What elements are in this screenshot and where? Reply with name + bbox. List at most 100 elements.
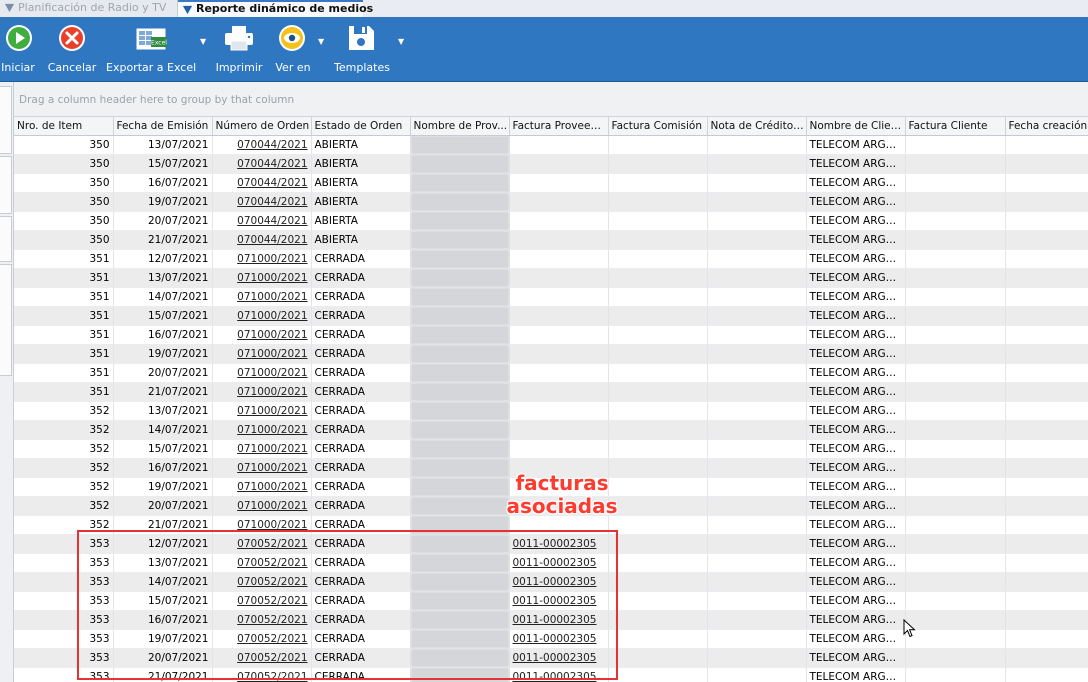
cell-factura-proveedor-link[interactable] [509,325,609,345]
cell-factura-proveedor-link[interactable] [509,268,609,288]
cell-numero-orden-link[interactable]: 071000/2021 [212,420,312,440]
cell-numero-orden-link[interactable]: 070052/2021 [212,553,312,573]
cell-factura-proveedor-link[interactable] [509,382,609,402]
cell-numero-orden-link[interactable]: 071000/2021 [212,477,312,497]
column-header[interactable]: Nombre de Prov... [410,117,510,136]
cell-numero-orden-link[interactable]: 071000/2021 [212,401,312,421]
table-row[interactable]: 351 15/07/2021 071000/2021 CERRADA TELECOM A… [14,306,1088,326]
column-header[interactable]: Factura Proveedor [509,117,609,136]
cell-numero-orden-link[interactable]: 070052/2021 [212,534,312,554]
cell-numero-orden-link[interactable]: 071000/2021 [212,344,312,364]
table-row[interactable]: 351 12/07/2021 071000/2021 CERRADA TELECOM A… [14,249,1088,269]
column-header[interactable]: Nro. de Item [14,117,114,136]
exportar-dropdown-chevron-icon[interactable]: ▼ [200,37,206,46]
table-row[interactable]: 353 21/07/2021 070052/2021 CERRADA 0011-0000… [14,667,1088,682]
cell-numero-orden-link[interactable]: 070052/2021 [212,610,312,630]
cell-numero-orden-link[interactable]: 071000/2021 [212,515,312,535]
cell-numero-orden-link[interactable]: 071000/2021 [212,306,312,326]
column-header[interactable]: Factura Cliente [905,117,1006,136]
cell-factura-proveedor-link[interactable] [509,230,609,250]
table-row[interactable]: 353 16/07/2021 070052/2021 CERRADA 0011-0000… [14,610,1088,630]
column-header[interactable]: Fecha de Emisión [113,117,213,136]
group-by-panel[interactable]: Drag a column header here to group by th… [14,82,1088,117]
cell-factura-proveedor-link[interactable]: 0011-00002305 [509,553,609,573]
cell-numero-orden-link[interactable]: 070052/2021 [212,629,312,649]
cell-numero-orden-link[interactable]: 071000/2021 [212,458,312,478]
cell-numero-orden-link[interactable]: 071000/2021 [212,496,312,516]
cell-factura-proveedor-link[interactable] [509,420,609,440]
cell-numero-orden-link[interactable]: 071000/2021 [212,249,312,269]
cell-factura-proveedor-link[interactable]: 0011-00002305 [509,534,609,554]
table-row[interactable]: 353 12/07/2021 070052/2021 CERRADA 0011-0000… [14,534,1088,554]
cell-factura-proveedor-link[interactable]: 0011-00002305 [509,667,609,682]
table-row[interactable]: 351 21/07/2021 071000/2021 CERRADA TELECOM A… [14,382,1088,402]
table-row[interactable]: 351 13/07/2021 071000/2021 CERRADA TELECOM A… [14,268,1088,288]
table-row[interactable]: 350 16/07/2021 070044/2021 ABIERTA TELECOM A… [14,173,1088,193]
cell-factura-proveedor-link[interactable] [509,287,609,307]
side-tab-3[interactable] [0,216,12,262]
cell-numero-orden-link[interactable]: 070052/2021 [212,591,312,611]
cell-numero-orden-link[interactable]: 071000/2021 [212,363,312,383]
cell-numero-orden-link[interactable]: 071000/2021 [212,268,312,288]
cell-factura-proveedor-link[interactable] [509,363,609,383]
column-header[interactable]: Número de Orden [212,117,312,136]
column-header[interactable]: Fecha creación F [1005,117,1088,136]
table-row[interactable]: 351 16/07/2021 071000/2021 CERRADA TELECOM A… [14,325,1088,345]
cell-numero-orden-link[interactable]: 070052/2021 [212,648,312,668]
side-tab-2[interactable] [0,156,12,214]
cell-factura-proveedor-link[interactable] [509,135,609,155]
templates-button[interactable]: Templates [330,17,394,81]
column-header[interactable]: Factura Comisión [608,117,708,136]
tab-reporte-dinamico[interactable]: Reporte dinámico de medios [178,0,373,17]
table-row[interactable]: 352 13/07/2021 071000/2021 CERRADA TELECOM A… [14,401,1088,421]
table-row[interactable]: 353 13/07/2021 070052/2021 CERRADA 0011-0000… [14,553,1088,573]
cell-factura-proveedor-link[interactable] [509,211,609,231]
tab-planificacion-radio-tv[interactable]: Planificación de Radio y TV [0,0,178,17]
cell-numero-orden-link[interactable]: 071000/2021 [212,287,312,307]
table-row[interactable]: 350 20/07/2021 070044/2021 ABIERTA TELECOM A… [14,211,1088,231]
cell-numero-orden-link[interactable]: 070052/2021 [212,667,312,682]
cell-factura-proveedor-link[interactable] [509,344,609,364]
cell-factura-proveedor-link[interactable]: 0011-00002305 [509,629,609,649]
cell-factura-proveedor-link[interactable]: 0011-00002305 [509,610,609,630]
cell-factura-proveedor-link[interactable] [509,249,609,269]
table-row[interactable]: 350 15/07/2021 070044/2021 ABIERTA TELECOM A… [14,154,1088,174]
table-row[interactable]: 353 14/07/2021 070052/2021 CERRADA 0011-0000… [14,572,1088,592]
cell-numero-orden-link[interactable]: 070052/2021 [212,572,312,592]
table-row[interactable]: 352 15/07/2021 071000/2021 CERRADA TELECOM A… [14,439,1088,459]
cell-factura-proveedor-link[interactable]: 0011-00002305 [509,591,609,611]
cell-numero-orden-link[interactable]: 070044/2021 [212,192,312,212]
table-row[interactable]: 350 21/07/2021 070044/2021 ABIERTA TELECOM A… [14,230,1088,250]
cell-factura-proveedor-link[interactable] [509,515,609,535]
cell-numero-orden-link[interactable]: 070044/2021 [212,173,312,193]
cell-factura-proveedor-link[interactable] [509,439,609,459]
table-row[interactable]: 353 19/07/2021 070052/2021 CERRADA 0011-0000… [14,629,1088,649]
table-row[interactable]: 353 20/07/2021 070052/2021 CERRADA 0011-0000… [14,648,1088,668]
iniciar-button[interactable]: Iniciar [0,17,36,81]
table-row[interactable]: 353 15/07/2021 070052/2021 CERRADA 0011-0000… [14,591,1088,611]
table-row[interactable]: 350 19/07/2021 070044/2021 ABIERTA TELECOM A… [14,192,1088,212]
cell-numero-orden-link[interactable]: 070044/2021 [212,211,312,231]
cell-numero-orden-link[interactable]: 070044/2021 [212,230,312,250]
templates-dropdown-chevron-icon[interactable]: ▼ [398,37,404,46]
column-header[interactable]: Nota de Crédito ... [707,117,807,136]
cell-factura-proveedor-link[interactable] [509,306,609,326]
cell-factura-proveedor-link[interactable] [509,192,609,212]
side-tab-1[interactable] [0,86,12,154]
cell-factura-proveedor-link[interactable]: 0011-00002305 [509,648,609,668]
cell-factura-proveedor-link[interactable] [509,154,609,174]
cell-factura-proveedor-link[interactable] [509,401,609,421]
exportar-excel-button[interactable]: Excel Exportar a Excel [106,17,196,81]
table-row[interactable]: 350 13/07/2021 070044/2021 ABIERTA TELECOM A… [14,135,1088,155]
cell-numero-orden-link[interactable]: 070044/2021 [212,135,312,155]
column-header[interactable]: Estado de Orden [311,117,411,136]
cancelar-button[interactable]: Cancelar [46,17,98,81]
table-row[interactable]: 352 14/07/2021 071000/2021 CERRADA TELECOM A… [14,420,1088,440]
cell-numero-orden-link[interactable]: 071000/2021 [212,325,312,345]
table-row[interactable]: 351 19/07/2021 071000/2021 CERRADA TELECOM A… [14,344,1088,364]
imprimir-button[interactable]: Imprimir [212,17,266,81]
table-row[interactable]: 351 14/07/2021 071000/2021 CERRADA TELECOM A… [14,287,1088,307]
table-row[interactable]: 352 21/07/2021 071000/2021 CERRADA TELECOM A… [14,515,1088,535]
cell-factura-proveedor-link[interactable] [509,173,609,193]
cell-numero-orden-link[interactable]: 071000/2021 [212,439,312,459]
